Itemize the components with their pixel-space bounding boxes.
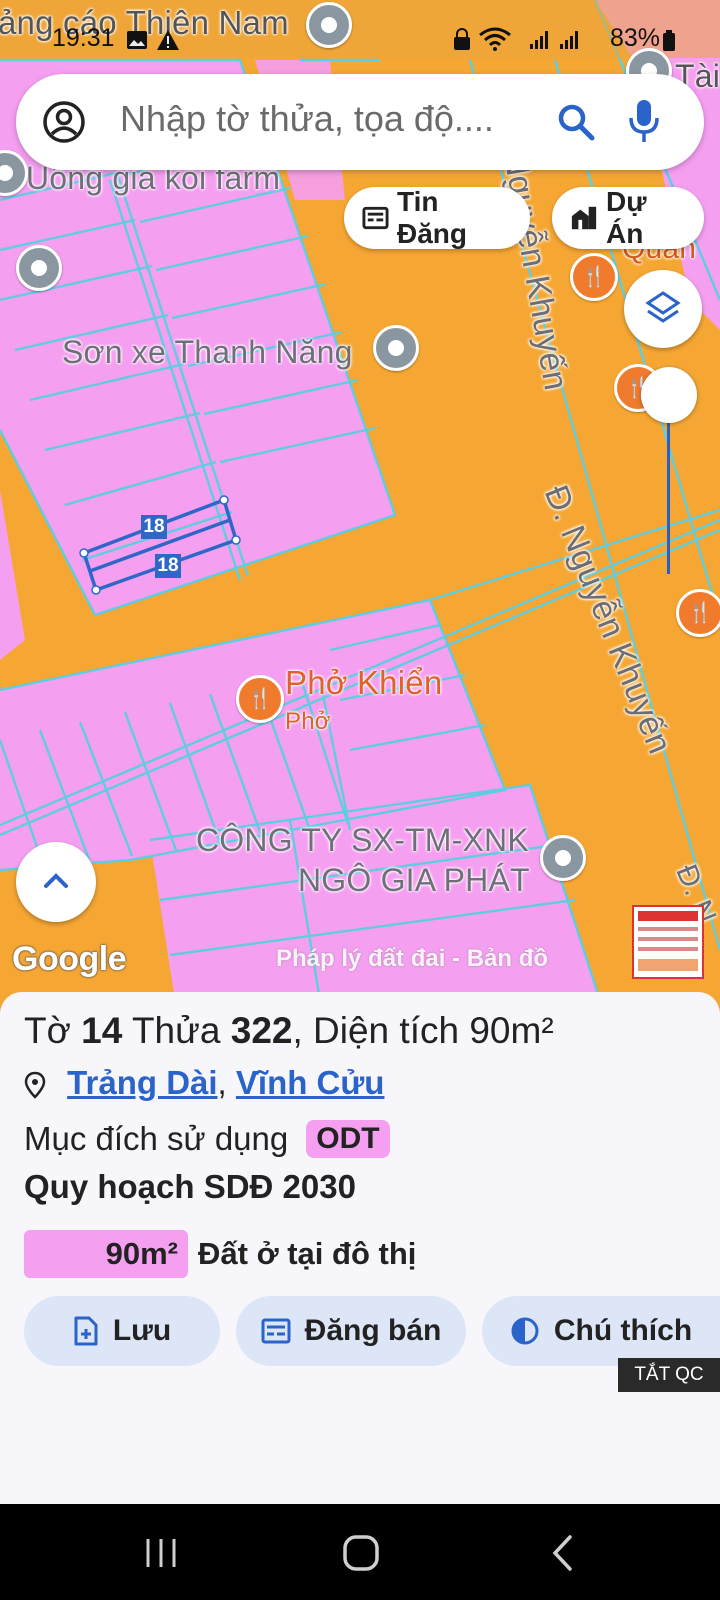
parcel-summary: Tờ 14 Thửa 322, Diện tích 90m² [24, 1010, 554, 1052]
lock-icon [454, 28, 470, 50]
save-button-label: Lưu [112, 1314, 172, 1347]
warning-icon [157, 30, 179, 50]
plot-number: 322 [230, 1010, 293, 1051]
home-icon[interactable] [342, 1534, 380, 1572]
status-time: 19:31 [52, 24, 115, 52]
ad-off-button[interactable]: TẮT QC [618, 1358, 720, 1392]
file-add-icon [74, 1316, 98, 1346]
plot-label: Thửa [131, 1010, 221, 1051]
plan-row: 90m² Đất ở tại đô thị [24, 1230, 416, 1278]
chevron-up-icon [44, 873, 68, 888]
listings-chip-label: Tin Đăng [397, 186, 467, 249]
post-sale-button[interactable]: Đăng bán [236, 1296, 466, 1366]
map-poi-label: NGÔ GIA PHÁT [298, 862, 530, 898]
poi-pin-icon[interactable] [16, 245, 62, 291]
restaurant-pin-icon[interactable]: 🍴 [570, 253, 618, 301]
layers-icon [645, 291, 681, 323]
land-use-purpose: Mục đích sử dụng ODT [24, 1120, 390, 1158]
advertisement-thumbnail[interactable] [632, 905, 704, 979]
parcel-info-panel: Tờ 14 Thửa 322, Diện tích 90m² Trảng Dài… [0, 992, 720, 1504]
sheet-number: 14 [81, 1010, 123, 1051]
legend-button-label: Chú thích [553, 1314, 693, 1347]
projects-chip-label: Dự Án [606, 186, 647, 249]
area-value: 90m² [469, 1010, 554, 1051]
purpose-label: Mục đích sử dụng [24, 1120, 289, 1157]
status-bar: 19:31 83% [0, 0, 720, 58]
buildings-icon [571, 206, 597, 230]
map-watermark: Pháp lý đất đai - Bản đồ [276, 945, 549, 972]
mic-icon[interactable] [628, 98, 660, 146]
newspaper-icon [261, 1318, 291, 1344]
zoom-slider-track[interactable] [667, 398, 670, 574]
restaurant-pin-icon[interactable]: 🍴 [236, 675, 284, 723]
post-sale-button-label: Đăng bán [304, 1314, 442, 1347]
recent-apps-icon[interactable] [144, 1536, 178, 1570]
zoom-slider-handle[interactable] [641, 367, 697, 423]
plan-land-type: Đất ở tại đô thị [198, 1236, 417, 1271]
location-line: Trảng Dài, Vĩnh Cửu [24, 1064, 384, 1102]
battery-percent: 83% [609, 24, 660, 52]
restaurant-pin-icon[interactable]: 🍴 [676, 589, 720, 637]
listings-chip[interactable]: Tin Đăng [344, 186, 530, 249]
navigation-bar [0, 1504, 720, 1600]
map-poi-label: Phở Khiển [285, 664, 443, 701]
wifi-icon [479, 27, 511, 51]
newspaper-icon [362, 206, 389, 230]
map-view[interactable]: 18 18 ảng cáo Thiên Nam Uông gia koi far… [0, 0, 720, 1000]
district-link[interactable]: Vĩnh Cửu [236, 1064, 385, 1101]
map-poi-label: Sơn xe Thanh Năng [62, 334, 353, 370]
signal-icon [530, 31, 578, 49]
location-pin-icon [24, 1072, 46, 1100]
map-poi-label: CÔNG TY SX-TM-XNK [196, 822, 529, 858]
plan-title: Quy hoạch SDĐ 2030 [24, 1168, 356, 1205]
search-input[interactable]: Nhập tờ thửa, tọa độ.... [120, 98, 494, 140]
poi-pin-icon[interactable] [373, 325, 419, 371]
search-bar[interactable]: Nhập tờ thửa, tọa độ.... [16, 74, 704, 170]
ward-link[interactable]: Trảng Dài [67, 1064, 217, 1101]
contrast-icon [511, 1317, 539, 1345]
area-label: , Diện tích [292, 1010, 460, 1051]
legend-button[interactable]: Chú thích [482, 1296, 720, 1366]
sheet-label: Tờ [24, 1010, 71, 1051]
expand-panel-button[interactable] [16, 842, 96, 922]
save-button[interactable]: Lưu [24, 1296, 220, 1366]
battery-icon [663, 30, 675, 51]
parcel-number-label: 18 [155, 554, 181, 578]
poi-pin-icon[interactable] [540, 835, 586, 881]
parcel-number-label: 18 [141, 515, 167, 539]
layers-button[interactable] [624, 270, 702, 348]
plan-area-swatch: 90m² [24, 1230, 188, 1278]
google-logo: Google [12, 940, 127, 978]
purpose-code-badge: ODT [306, 1120, 390, 1158]
map-poi-sublabel: Phở [285, 708, 331, 735]
search-icon[interactable] [556, 102, 596, 142]
back-icon[interactable] [550, 1534, 574, 1572]
location-separator: , [217, 1064, 227, 1101]
image-icon [127, 31, 147, 49]
account-icon[interactable] [42, 100, 86, 144]
projects-chip[interactable]: Dự Án [552, 186, 704, 249]
